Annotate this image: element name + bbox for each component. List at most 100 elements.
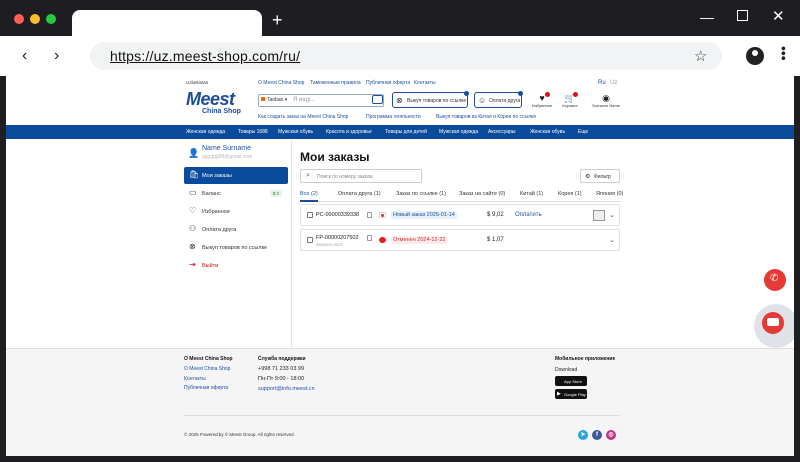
minimize-dot[interactable] — [30, 14, 40, 24]
filter-button[interactable]: ⚙ Фильтр — [580, 169, 620, 183]
window-maximize-icon[interactable] — [737, 10, 748, 21]
pay-friend-button[interactable]: ☺ Оплата друга — [474, 91, 523, 108]
close-dot[interactable] — [14, 14, 24, 24]
sidebar-item-label: Баланс — [202, 191, 221, 197]
order-checkbox[interactable] — [307, 237, 313, 243]
country-label[interactable]: Uzbekistan — [186, 80, 208, 85]
chat-button[interactable] — [762, 312, 784, 334]
favorites-link[interactable]: ♥ Избранное — [527, 92, 557, 108]
facebook-icon[interactable]: f — [592, 430, 602, 440]
site-logo[interactable]: Meest China Shop — [186, 90, 241, 116]
footer-phone[interactable]: +998 71 233 03 99 — [258, 366, 304, 372]
profile-name[interactable]: Name Surname — [202, 145, 251, 152]
sidebar-item-balance[interactable]: ▭ Баланс $ 0 — [184, 185, 288, 202]
user-icon: ◉ — [602, 93, 610, 103]
cart-link[interactable]: 🛒 Корзина — [555, 92, 585, 108]
play-icon: ▶ — [557, 391, 561, 397]
back-icon[interactable]: ‹ — [22, 48, 27, 64]
category-mens-clothing[interactable]: Мужская одежда — [439, 129, 478, 135]
top-link-customs[interactable]: Таможенные правила — [310, 80, 361, 86]
user-link[interactable]: ◉ Surname Name — [588, 93, 624, 108]
info-dot-icon — [518, 91, 523, 96]
category-mens-shoes[interactable]: Мужская обувь — [278, 129, 313, 135]
buyout-link-button[interactable]: ⊗ Выкуп товаров по ссылке — [392, 91, 469, 108]
lang-ru[interactable]: Ru — [598, 80, 606, 86]
telegram-icon[interactable]: ➤ — [578, 430, 588, 440]
top-link-offer[interactable]: Публичная оферта — [366, 80, 410, 86]
camera-search-icon[interactable] — [372, 95, 383, 104]
tab-link-order[interactable]: Заказ по ссылке (1) — [396, 191, 446, 197]
heart-icon: ♥ — [539, 93, 545, 103]
footer-email[interactable]: support@info.meest.cn — [258, 386, 315, 392]
order-number[interactable]: FP-00000207502 — [316, 235, 359, 241]
maximize-dot[interactable] — [46, 14, 56, 24]
category-accessories[interactable]: Аксессуары — [488, 129, 515, 135]
chevron-down-icon[interactable]: ⌄ — [609, 236, 615, 244]
chevron-down-icon[interactable]: ⌄ — [609, 211, 615, 219]
order-number[interactable]: PC-00000339338 — [316, 212, 359, 218]
browser-tab[interactable] — [72, 10, 262, 38]
footer-link-offer[interactable]: Публичная оферта — [184, 385, 228, 391]
order-checkbox[interactable] — [307, 212, 313, 218]
sublink-how-to-order[interactable]: Как создать заказ на Meest China Shop — [258, 114, 348, 120]
sidebar-item-label: Выйти — [202, 263, 219, 269]
app-store-button[interactable]: App Store — [555, 376, 587, 386]
order-row[interactable]: PC-00000339338 Новый заказ 2025-01-14 $ … — [300, 204, 620, 226]
tab-all[interactable]: Все (2) — [300, 191, 318, 197]
call-button[interactable]: ✆ — [764, 269, 786, 291]
profile-icon[interactable] — [746, 47, 764, 65]
footer-link-contacts[interactable]: Контакты — [184, 376, 206, 382]
browser-window: + — ✕ ‹ › https://uz.meest-shop.com/ru/ … — [0, 0, 800, 462]
category-womens-shoes[interactable]: Женская обувь — [530, 129, 565, 135]
lang-uz[interactable]: Uz — [610, 80, 617, 86]
sublink-loyalty[interactable]: Программа лояльности — [366, 114, 421, 120]
sidebar-item-favorites[interactable]: ♡ Избранное — [184, 203, 288, 220]
category-1688[interactable]: Товары 1688 — [238, 129, 268, 135]
new-tab-icon[interactable]: + — [272, 11, 283, 29]
search-input[interactable]: Taobao ▾ Я ищу... — [258, 94, 384, 107]
sidebar-item-logout[interactable]: ⇥ Выйти — [184, 257, 288, 274]
tab-japan[interactable]: Япония (0) — [596, 191, 623, 197]
order-sub-number: 3800004+2022 — [316, 242, 343, 247]
copy-icon[interactable] — [367, 212, 372, 218]
category-kids[interactable]: Товары для детей — [385, 129, 427, 135]
tab-site-order[interactable]: Заказ на сайте (0) — [459, 191, 505, 197]
bookmark-star-icon[interactable]: ☆ — [694, 47, 707, 65]
footer-divider — [184, 415, 620, 416]
tab-china[interactable]: Китай (1) — [520, 191, 543, 197]
tab-korea[interactable]: Корея (1) — [558, 191, 582, 197]
order-row[interactable]: FP-00000207502 3800004+2022 Отменен 2024… — [300, 229, 620, 251]
sidebar-item-label: Избранное — [202, 209, 230, 215]
page-title: Мои заказы — [300, 150, 370, 164]
category-womens-clothing[interactable]: Женская одежда — [186, 129, 225, 135]
sublink-buyout[interactable]: Выкуп товаров из Китая и Кореи по ссылке — [436, 114, 536, 120]
category-bar: Женская одежда Товары 1688 Мужская обувь… — [6, 125, 794, 139]
order-thumbnail[interactable] — [593, 210, 605, 221]
top-link-contacts[interactable]: Контакты — [414, 80, 436, 86]
sidebar-item-label: Оплата друга — [202, 227, 237, 233]
top-link-about[interactable]: O Meest China Shop — [258, 80, 304, 86]
category-more[interactable]: Еще — [578, 129, 588, 135]
page-viewport: Uzbekistan O Meest China Shop Таможенные… — [6, 76, 794, 456]
window-minimize-icon[interactable]: — — [700, 10, 714, 24]
pay-friend-label: Оплата друга — [489, 98, 521, 104]
forward-icon[interactable]: › — [54, 48, 59, 64]
menu-kebab-icon[interactable]: ••• — [776, 46, 792, 61]
sidebar-item-orders[interactable]: 🛍 Мои заказы — [184, 167, 288, 184]
sidebar-item-pay-friend[interactable]: ⚇ Оплата друга — [184, 221, 288, 238]
category-beauty[interactable]: Красота и здоровье — [326, 129, 372, 135]
filter-icon: ⚙ — [585, 174, 591, 180]
pay-order-button[interactable]: Оплатить — [515, 212, 542, 218]
instagram-icon[interactable]: ◎ — [606, 430, 616, 440]
search-icon: ⌕ — [306, 172, 310, 179]
url-text[interactable]: https://uz.meest-shop.com/ru/ — [110, 48, 300, 64]
search-source-select[interactable]: Taobao ▾ — [261, 97, 287, 103]
copy-icon[interactable] — [367, 235, 372, 241]
order-search-input[interactable]: ⌕ Поиск по номеру заказа — [300, 169, 422, 183]
sidebar-item-buyout[interactable]: ⊗ Выкуп товаров по ссылке — [184, 239, 288, 256]
app-store-label: App Store — [564, 379, 582, 384]
google-play-button[interactable]: ▶ Google Play — [555, 389, 587, 399]
window-close-icon[interactable]: ✕ — [772, 9, 785, 24]
tab-pay-friend[interactable]: Оплата друга (1) — [338, 191, 381, 197]
footer-link-about[interactable]: O Meest China Shop — [184, 366, 230, 372]
